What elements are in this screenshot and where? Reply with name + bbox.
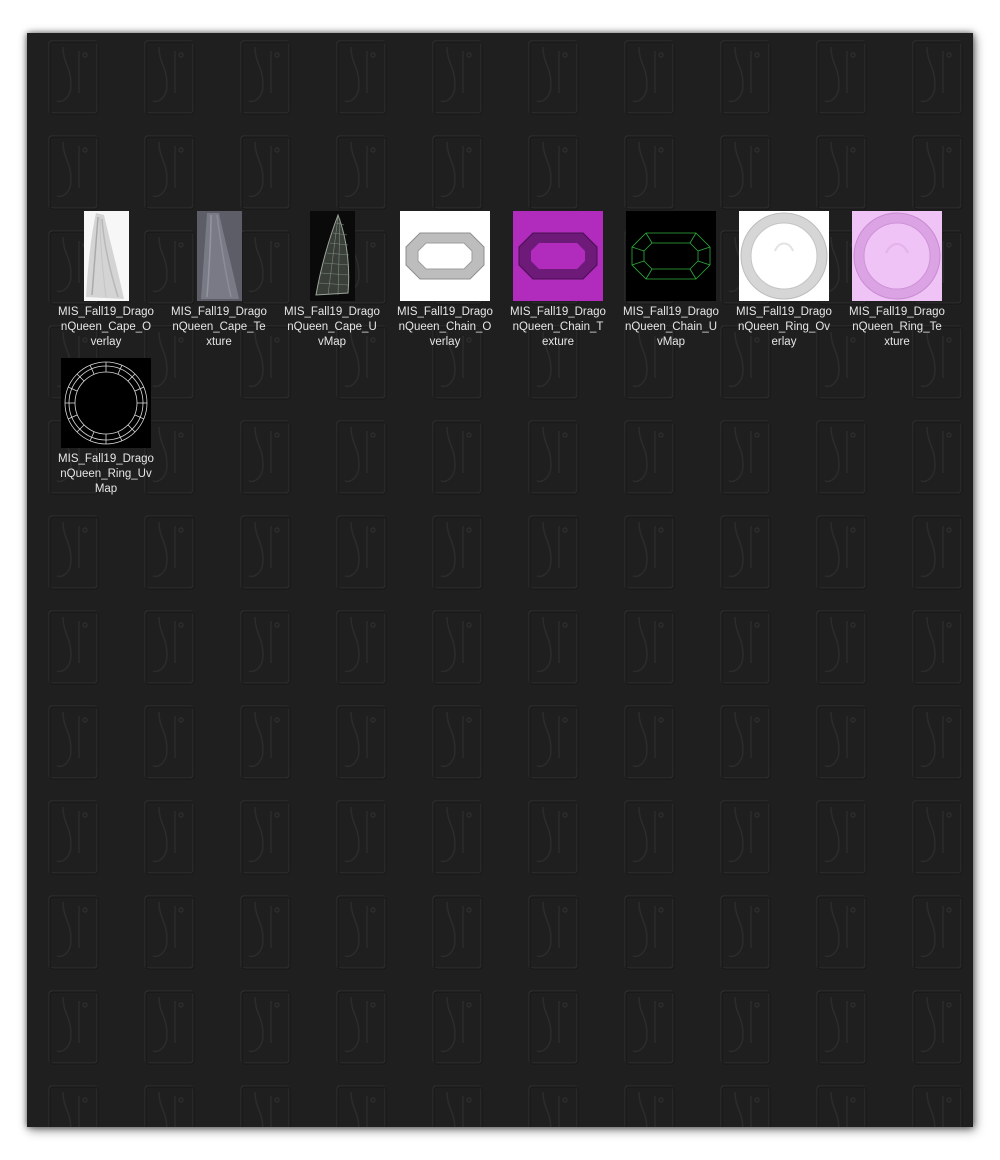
file-name-label: MIS_Fall19_Drago nQueen_Cape_O verlay [58,306,154,348]
file-item-cape-texture[interactable]: MIS_Fall19_Drago nQueen_Cape_Te xture [171,211,267,351]
file-name-label: MIS_Fall19_Drago nQueen_Ring_Uv Map [58,453,154,495]
thumbnail-chain-texture [513,211,603,301]
thumbnail-cape-texture [174,211,264,301]
thumbnail-ring-uvmap [61,358,151,448]
wallpaper-watermark-pattern [27,33,973,1127]
file-item-cape-overlay[interactable]: MIS_Fall19_Drago nQueen_Cape_O verlay [58,211,154,351]
file-item-ring-overlay[interactable]: MIS_Fall19_Drago nQueen_Ring_Ov erlay [736,211,832,351]
file-name-label: MIS_Fall19_Drago nQueen_Chain_U vMap [623,306,719,348]
file-name-label: MIS_Fall19_Drago nQueen_Cape_Te xture [171,306,267,348]
thumbnail-chain-overlay [400,211,490,301]
file-item-chain-uvmap[interactable]: MIS_Fall19_Drago nQueen_Chain_U vMap [623,211,719,351]
file-name-label: MIS_Fall19_Drago nQueen_Chain_O verlay [397,306,493,348]
file-name-label: MIS_Fall19_Drago nQueen_Ring_Te xture [849,306,945,348]
thumbnail-ring-texture [852,211,942,301]
file-item-chain-texture[interactable]: MIS_Fall19_Drago nQueen_Chain_T exture [510,211,606,351]
file-name-label: MIS_Fall19_Drago nQueen_Ring_Ov erlay [736,306,832,348]
thumbnail-cape-uvmap [287,211,377,301]
thumbnail-cape-overlay [61,211,151,301]
file-item-ring-texture[interactable]: MIS_Fall19_Drago nQueen_Ring_Te xture [849,211,945,351]
file-explorer-window: MIS_Fall19_Drago nQueen_Cape_O verlay MI… [27,33,973,1127]
thumbnail-ring-overlay [739,211,829,301]
file-item-chain-overlay[interactable]: MIS_Fall19_Drago nQueen_Chain_O verlay [397,211,493,351]
file-item-cape-uvmap[interactable]: MIS_Fall19_Drago nQueen_Cape_U vMap [284,211,380,351]
file-name-label: MIS_Fall19_Drago nQueen_Chain_T exture [510,306,606,348]
file-name-label: MIS_Fall19_Drago nQueen_Cape_U vMap [284,306,380,348]
thumbnail-chain-uvmap [626,211,716,301]
file-item-ring-uvmap[interactable]: MIS_Fall19_Drago nQueen_Ring_Uv Map [58,358,154,498]
